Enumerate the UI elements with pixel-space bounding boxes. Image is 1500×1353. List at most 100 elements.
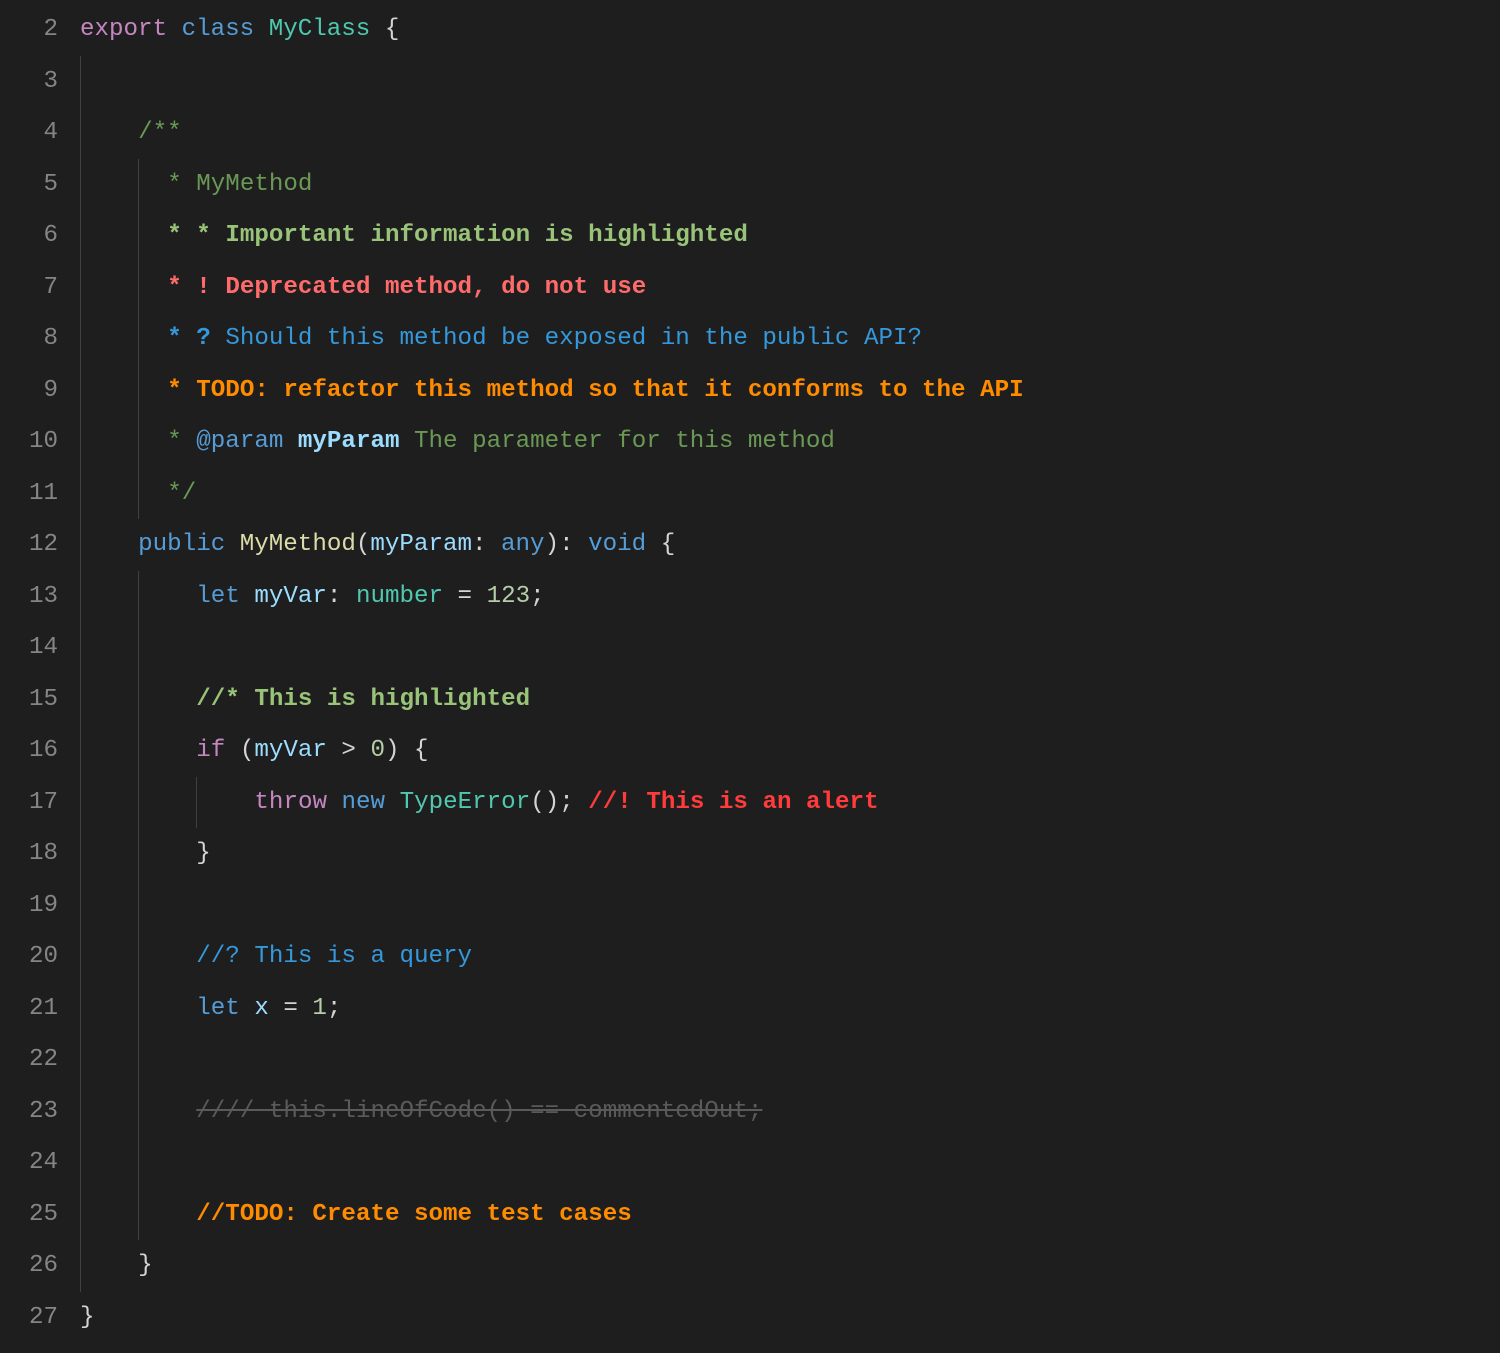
indent-guide [80, 571, 95, 623]
line-number: 15 [0, 674, 58, 726]
indent-space [95, 325, 139, 352]
code-line[interactable] [80, 1034, 1500, 1086]
code-line[interactable]: let myVar: number = 123; [80, 571, 1500, 623]
indent-guide [80, 313, 95, 365]
indent-guide [80, 880, 95, 932]
indent-guide [80, 1137, 95, 1189]
indent-space [95, 943, 139, 970]
code-token: //! This is an alert [588, 789, 878, 816]
indent-space [153, 583, 197, 610]
code-line[interactable] [80, 880, 1500, 932]
code-line[interactable]: * ! Deprecated method, do not use [80, 262, 1500, 314]
indent-guide [80, 622, 95, 674]
code-token: } [138, 1252, 153, 1279]
indent-guide [80, 107, 95, 159]
line-number: 5 [0, 159, 58, 211]
code-token: ( [225, 737, 254, 764]
code-token: { [661, 531, 676, 558]
code-line[interactable]: } [80, 828, 1500, 880]
indent-space [95, 686, 139, 713]
indent-space [95, 274, 139, 301]
indent-guide [80, 931, 95, 983]
code-line[interactable]: public MyMethod(myParam: any): void { [80, 519, 1500, 571]
code-token: ; [530, 583, 545, 610]
code-token: Important information is highlighted [225, 222, 748, 249]
code-token: (); [530, 789, 574, 816]
code-token: : [327, 583, 356, 610]
code-editor[interactable]: 2345678910111213141516171819202122232425… [0, 0, 1500, 1353]
indent-space [95, 789, 139, 816]
code-token: * [167, 377, 196, 404]
code-line[interactable]: * ? Should this method be exposed in the… [80, 313, 1500, 365]
indent-guide [138, 1034, 153, 1086]
code-line[interactable]: //// this.lineOfCode() == commentedOut; [80, 1086, 1500, 1138]
indent-space [95, 531, 139, 558]
code-line[interactable]: //* This is highlighted [80, 674, 1500, 726]
code-line[interactable]: export class MyClass { [80, 4, 1500, 56]
line-number: 19 [0, 880, 58, 932]
code-token: Should this method be exposed in the pub… [225, 325, 922, 352]
indent-space [95, 377, 139, 404]
indent-guide [80, 1086, 95, 1138]
code-line[interactable]: } [80, 1292, 1500, 1344]
indent-guide [80, 674, 95, 726]
code-token: MyMethod [196, 171, 312, 198]
indent-guide [80, 519, 95, 571]
code-line[interactable]: } [80, 1240, 1500, 1292]
indent-guide [80, 56, 95, 108]
indent-space [95, 1201, 139, 1228]
code-token [153, 222, 168, 249]
indent-guide [80, 1034, 95, 1086]
line-number: 11 [0, 468, 58, 520]
indent-guide [138, 1189, 153, 1241]
line-number: 24 [0, 1137, 58, 1189]
code-line[interactable]: */ [80, 468, 1500, 520]
code-token [574, 789, 589, 816]
code-line[interactable]: //? This is a query [80, 931, 1500, 983]
indent-guide [138, 416, 153, 468]
code-line[interactable] [80, 622, 1500, 674]
line-number: 9 [0, 365, 58, 417]
line-number: 7 [0, 262, 58, 314]
code-token: let [196, 995, 240, 1022]
code-token: void [588, 531, 646, 558]
indent-space [95, 1252, 139, 1279]
indent-guide [138, 674, 153, 726]
code-token: 123 [487, 583, 531, 610]
code-token: * ! [167, 274, 225, 301]
code-token: { [385, 16, 400, 43]
code-line[interactable]: //TODO: Create some test cases [80, 1189, 1500, 1241]
indent-guide [138, 777, 153, 829]
indent-space [95, 480, 139, 507]
indent-space [95, 583, 139, 610]
code-line[interactable]: * MyMethod [80, 159, 1500, 211]
line-number: 20 [0, 931, 58, 983]
code-line[interactable]: let x = 1; [80, 983, 1500, 1035]
indent-guide [138, 1137, 153, 1189]
code-line[interactable] [80, 1137, 1500, 1189]
line-number: 6 [0, 210, 58, 262]
code-token: myVar [254, 583, 327, 610]
code-line[interactable]: * TODO: refactor this method so that it … [80, 365, 1500, 417]
code-token: TODO: refactor this method so that it co… [196, 377, 1023, 404]
code-line[interactable]: * @param myParam The parameter for this … [80, 416, 1500, 468]
code-token: > [327, 737, 371, 764]
code-line[interactable]: if (myVar > 0) { [80, 725, 1500, 777]
code-line[interactable]: * * Important information is highlighted [80, 210, 1500, 262]
code-line[interactable] [80, 56, 1500, 108]
code-token [370, 16, 385, 43]
indent-guide [138, 983, 153, 1035]
indent-guide [138, 262, 153, 314]
code-line[interactable]: throw new TypeError(); //! This is an al… [80, 777, 1500, 829]
indent-guide [196, 777, 211, 829]
indent-space [153, 737, 197, 764]
indent-space [95, 634, 139, 661]
code-token: * ? [167, 325, 225, 352]
code-token: x [254, 995, 269, 1022]
code-area[interactable]: export class MyClass { /** * MyMethod * … [80, 0, 1500, 1353]
line-number: 4 [0, 107, 58, 159]
code-token [254, 16, 269, 43]
code-line[interactable]: /** [80, 107, 1500, 159]
code-token: ; [327, 995, 342, 1022]
indent-guide [80, 416, 95, 468]
